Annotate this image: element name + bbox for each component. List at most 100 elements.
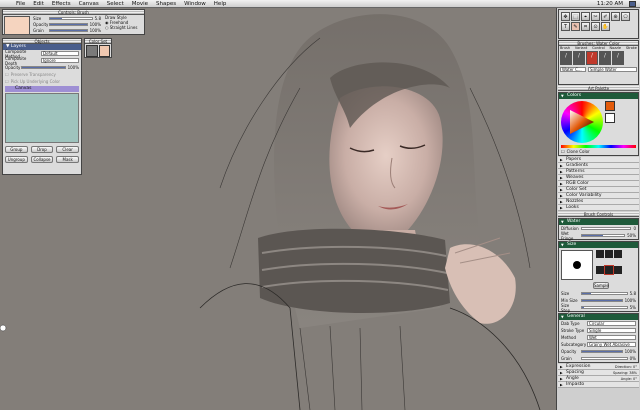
primary-color-swatch[interactable]	[605, 101, 615, 111]
brush-variant-select[interactable]: Simple Water	[588, 67, 637, 72]
crosshair-tool-icon[interactable]: ⌖	[581, 12, 590, 21]
spacing-extra: Spacing: 38%	[613, 371, 637, 375]
profile-1-icon[interactable]	[596, 250, 604, 258]
brush-size-slider[interactable]	[581, 292, 628, 295]
profile-5-icon[interactable]	[604, 264, 614, 275]
grain-slider[interactable]	[49, 28, 88, 32]
general-section: General Dab Type Circular Stroke TypeSing…	[558, 313, 639, 363]
menu-select[interactable]: Select	[103, 1, 128, 7]
crop-tool-icon[interactable]: ✂	[591, 12, 600, 21]
document-canvas[interactable]	[0, 8, 556, 410]
drop-button[interactable]: Drop	[30, 146, 54, 153]
grabber-tool-icon[interactable]: ✋	[601, 22, 610, 31]
layer-opacity-value: 100%	[67, 65, 79, 70]
art-palette-title: Art Palette	[558, 86, 639, 91]
watercolor-brush-icon[interactable]: /	[586, 51, 598, 65]
menu-movie[interactable]: Movie	[128, 1, 152, 7]
group-button[interactable]: Group	[5, 146, 28, 153]
stroke-type-select[interactable]: Single	[587, 328, 636, 333]
min-size-value: 100%	[624, 298, 636, 303]
lasso-tool-icon[interactable]: ⬠	[621, 12, 630, 21]
hue-ring[interactable]	[561, 101, 603, 143]
spacing-label: Spacing	[566, 370, 584, 375]
magnifier-tool-icon[interactable]: ⊕	[611, 12, 620, 21]
diffusion-value: 0	[633, 226, 636, 231]
brush-menu[interactable]: Brush	[560, 46, 570, 50]
rect-select-tool-icon[interactable]: ⬚	[571, 12, 580, 21]
ungroup-button[interactable]: Ungroup	[5, 156, 28, 163]
right-dock: ✥ ⬚ ⌖ ✂ ✐ ⊕ ⬠ T ✎ ⌗ ⊙ ✋ Brushes: Water C…	[556, 8, 640, 410]
menu-edit[interactable]: Edit	[29, 1, 48, 7]
menu-help[interactable]: Help	[210, 1, 231, 7]
color-swatch-gray[interactable]	[86, 45, 98, 57]
charcoal-brush-icon[interactable]: /	[573, 51, 585, 65]
mask-button[interactable]: Mask	[56, 156, 79, 163]
looks-section[interactable]: Looks	[558, 205, 639, 211]
profile-2-icon[interactable]	[605, 250, 613, 258]
palette-list: Papers Gradients Patterns Weaves RGB Col…	[558, 157, 639, 211]
general-grain-slider[interactable]	[581, 357, 628, 360]
sample-button[interactable]: Sample	[593, 282, 609, 289]
profile-3-icon[interactable]	[614, 250, 622, 258]
colors-section-header[interactable]: Colors	[559, 93, 638, 99]
canvas-layer-row[interactable]: Canvas	[5, 86, 79, 92]
water-section-header[interactable]: Water	[559, 219, 638, 225]
text-tool-icon[interactable]: T	[561, 22, 570, 31]
menu-file[interactable]: File	[12, 1, 29, 7]
oil-brush-icon[interactable]: /	[612, 51, 624, 65]
application-menu-icon[interactable]	[629, 0, 636, 7]
size-value: 5.8	[94, 15, 101, 21]
brush-category-select[interactable]: Water C...	[560, 67, 586, 72]
profile-4-icon[interactable]	[596, 265, 604, 274]
dab-type-select[interactable]: Circular	[587, 321, 636, 326]
menu-shapes[interactable]: Shapes	[152, 1, 180, 7]
grain-value: 100%	[89, 27, 101, 33]
toolbox-panel: ✥ ⬚ ⌖ ✂ ✐ ⊕ ⬠ T ✎ ⌗ ⊙ ✋	[558, 9, 639, 39]
variant-menu[interactable]: Variant	[575, 46, 587, 50]
stroke-type-label: Stroke Type	[561, 328, 585, 333]
clear-button[interactable]: Clear	[56, 146, 79, 153]
clone-color-checkbox[interactable]: ☐	[561, 149, 565, 154]
airbrush-icon[interactable]: /	[599, 51, 611, 65]
general-opacity-label: Opacity	[561, 349, 577, 354]
straight-lines-radio[interactable]: ○ Straight Lines	[105, 25, 137, 30]
general-section-header[interactable]: General	[559, 314, 638, 320]
size-step-slider[interactable]	[581, 306, 628, 309]
secondary-color-swatch[interactable]	[605, 113, 615, 123]
general-opacity-slider[interactable]	[581, 350, 623, 353]
impasto-section[interactable]: Impasto	[558, 382, 639, 388]
size-section-header[interactable]: Size	[559, 242, 638, 248]
collapse-button[interactable]: Collapse	[30, 156, 54, 163]
menu-canvas[interactable]: Canvas	[75, 1, 103, 7]
saturation-triangle[interactable]	[570, 110, 594, 134]
min-size-slider[interactable]	[581, 299, 623, 302]
diffusion-slider[interactable]	[581, 227, 632, 230]
preserve-transparency-checkbox[interactable]: ☐	[5, 72, 9, 77]
color-swatch-peach[interactable]	[98, 45, 110, 57]
layers-panel: Objects ▼ Layers Composite Method Default…	[2, 38, 82, 175]
method-select[interactable]: Wet	[587, 335, 636, 340]
composite-depth-select[interactable]: Ignore	[41, 58, 79, 63]
wet-fringe-slider[interactable]	[581, 234, 626, 237]
layer-opacity-slider[interactable]	[21, 66, 66, 69]
menu-effects[interactable]: Effects	[48, 1, 75, 7]
menu-window[interactable]: Window	[180, 1, 210, 7]
pencil-brush-icon[interactable]: /	[560, 51, 572, 65]
pick-up-color-checkbox[interactable]: ☐	[5, 79, 9, 84]
opacity-slider[interactable]	[49, 22, 88, 26]
control-menu[interactable]: Control	[592, 46, 605, 50]
profile-6-icon[interactable]	[614, 265, 622, 274]
nozzle-menu[interactable]: Nozzle	[609, 46, 621, 50]
pen-tool-icon[interactable]: ✐	[601, 12, 610, 21]
size-step-value: 5%	[629, 305, 636, 310]
brush-tool-icon[interactable]: ✎	[571, 22, 580, 31]
grid-tool-icon[interactable]: ⌗	[581, 22, 590, 31]
size-slider[interactable]	[49, 16, 93, 20]
subcategory-select[interactable]: Grainy Wet Abrasive	[587, 342, 636, 347]
color-set-title: Color Set	[85, 39, 111, 44]
general-grain-value: 0%	[629, 356, 636, 361]
move-tool-icon[interactable]: ✥	[561, 12, 570, 21]
dropper-tool-icon[interactable]: ⊙	[591, 22, 600, 31]
stroke-menu[interactable]: Stroke	[626, 46, 637, 50]
composite-method-select[interactable]: Default	[41, 51, 79, 56]
